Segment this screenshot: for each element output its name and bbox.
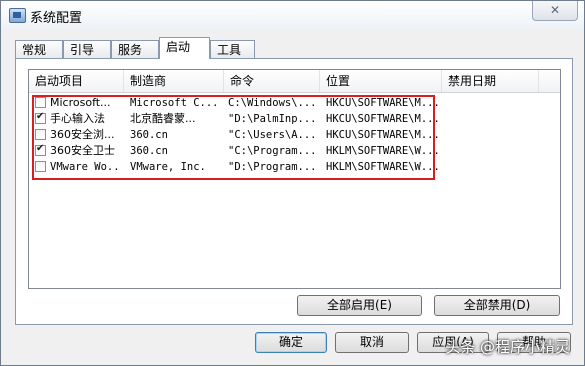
- startup-checkbox[interactable]: [35, 97, 46, 108]
- item-command: "C:\Users\A...: [228, 129, 317, 141]
- table-row[interactable]: Microsoft... Microsoft C... C:\Windows\.…: [29, 95, 560, 111]
- item-maker: VMware, Inc.: [130, 161, 206, 173]
- item-name: 手心输入法: [50, 112, 105, 125]
- close-button[interactable]: ✕: [532, 1, 578, 21]
- item-location: HKLM\SOFTWARE\W...: [326, 145, 438, 157]
- table-row[interactable]: 手心输入法 北京酷睿蒙... "D:\PalmInp... HKCU\SOFTW…: [29, 111, 560, 127]
- system-config-window: 系统配置 ✕ 常规 引导 服务 启动 工具 启动项目 制造商 命令 位置 禁用日…: [0, 0, 585, 366]
- item-name: Microsoft...: [50, 96, 111, 109]
- ok-button[interactable]: 确定: [255, 332, 327, 353]
- table-row[interactable]: 360安全浏... 360.cn "C:\Users\A... HKCU\SOF…: [29, 127, 560, 143]
- startup-checkbox[interactable]: [35, 111, 46, 124]
- startup-tab-panel: 启动项目 制造商 命令 位置 禁用日期 Microsoft... Microso…: [15, 58, 573, 325]
- tab-startup[interactable]: 启动: [159, 37, 210, 59]
- column-manufacturer[interactable]: 制造商: [124, 70, 224, 92]
- startup-checkbox[interactable]: [35, 143, 46, 156]
- tab-boot[interactable]: 引导: [63, 40, 111, 59]
- column-disabled-date[interactable]: 禁用日期: [442, 70, 539, 92]
- column-startup-item[interactable]: 启动项目: [29, 70, 124, 92]
- enable-all-button[interactable]: 全部启用(E): [297, 295, 422, 316]
- list-header: 启动项目 制造商 命令 位置 禁用日期: [29, 70, 560, 93]
- cancel-button[interactable]: 取消: [335, 332, 409, 353]
- item-maker: 360.cn: [130, 145, 168, 157]
- column-location[interactable]: 位置: [320, 70, 442, 92]
- title-bar[interactable]: 系统配置 ✕: [1, 1, 584, 29]
- item-location: HKCU\SOFTWARE\M...: [326, 113, 438, 125]
- item-command: "C:\Program...: [228, 145, 317, 157]
- item-maker: 北京酷睿蒙...: [130, 112, 196, 125]
- item-maker: Microsoft C...: [130, 97, 219, 109]
- column-command[interactable]: 命令: [224, 70, 320, 92]
- watermark-text: 头条 @程序小精灵: [445, 338, 570, 356]
- item-command: "D:\Program...: [228, 161, 317, 173]
- disable-all-button[interactable]: 全部禁用(D): [434, 295, 560, 316]
- startup-checkbox[interactable]: [35, 161, 46, 172]
- item-command: C:\Windows\...: [228, 97, 317, 109]
- tab-tools[interactable]: 工具: [210, 40, 255, 59]
- table-row[interactable]: 360安全卫士 360.cn "C:\Program... HKLM\SOFTW…: [29, 143, 560, 159]
- item-maker: 360.cn: [130, 129, 168, 141]
- tab-services[interactable]: 服务: [111, 40, 159, 59]
- tab-general[interactable]: 常规: [15, 40, 63, 59]
- item-location: HKLM\SOFTWARE\W...: [326, 161, 438, 173]
- item-name: VMware Wo...: [50, 161, 122, 173]
- table-row[interactable]: VMware Wo... VMware, Inc. "D:\Program...…: [29, 159, 560, 175]
- window-title: 系统配置: [30, 11, 83, 26]
- item-location: HKCU\SOFTWARE\M...: [326, 129, 438, 141]
- item-location: HKCU\SOFTWARE\M...: [326, 97, 438, 109]
- startup-checkbox[interactable]: [35, 129, 46, 140]
- item-command: "D:\PalmInp...: [228, 113, 317, 125]
- item-name: 360安全卫士: [50, 144, 115, 157]
- msconfig-app-icon: [9, 8, 26, 23]
- startup-items-list[interactable]: 启动项目 制造商 命令 位置 禁用日期 Microsoft... Microso…: [28, 69, 561, 289]
- item-name: 360安全浏...: [50, 128, 115, 141]
